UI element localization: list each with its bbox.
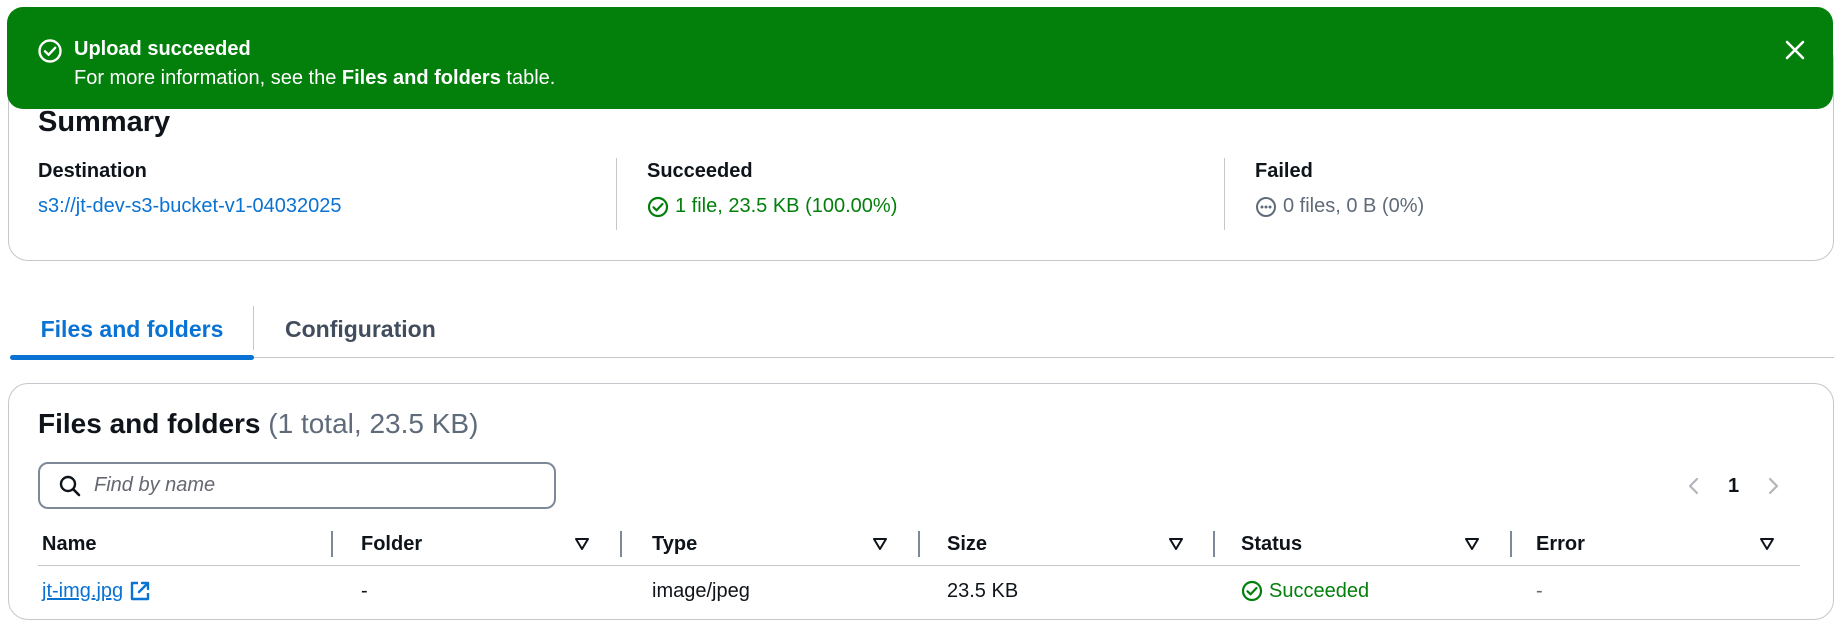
search-icon bbox=[59, 475, 81, 496]
summary-failed: Failed 0 files, 0 B (0%) bbox=[1255, 160, 1424, 218]
close-icon bbox=[1785, 40, 1805, 60]
tab-configuration[interactable]: Configuration bbox=[285, 300, 436, 358]
tab-divider bbox=[253, 306, 254, 350]
sort-icon[interactable] bbox=[573, 535, 591, 553]
succeeded-value: 1 file, 23.5 KB (100.00%) bbox=[675, 195, 898, 217]
destination-label: Destination bbox=[38, 160, 147, 182]
file-name-link[interactable]: jt-img.jpg bbox=[42, 580, 123, 603]
column-header-folder[interactable]: Folder bbox=[361, 524, 591, 564]
flash-message-suffix: table. bbox=[500, 67, 556, 89]
column-header-type[interactable]: Type bbox=[652, 524, 889, 564]
tab-files-and-folders[interactable]: Files and folders bbox=[10, 300, 254, 360]
table-header-row: Name Folder Type Size Status Error bbox=[38, 524, 1800, 566]
chevron-left-icon bbox=[1688, 477, 1699, 495]
cell-status: Succeeded bbox=[1241, 568, 1369, 614]
flash-message-bold: Files and folders bbox=[341, 67, 501, 89]
flash-message-text: For more information, see the bbox=[74, 67, 342, 89]
status-text: Succeeded bbox=[1269, 579, 1370, 602]
column-resizer[interactable] bbox=[331, 531, 333, 557]
column-header-label: Folder bbox=[361, 532, 423, 555]
upload-status-page: Summary Destination s3://jt-dev-s3-bucke… bbox=[0, 0, 1842, 634]
cell-type: image/jpeg bbox=[652, 579, 750, 602]
summary-title: Summary bbox=[38, 106, 171, 138]
check-circle-icon bbox=[38, 39, 62, 63]
sort-icon[interactable] bbox=[871, 535, 889, 553]
cell-folder: - bbox=[361, 579, 368, 602]
destination-link[interactable]: s3://jt-dev-s3-bucket-v1-04032025 bbox=[38, 195, 342, 218]
column-header-label: Size bbox=[947, 532, 988, 555]
column-header-status[interactable]: Status bbox=[1241, 524, 1481, 564]
dismiss-flash-button[interactable] bbox=[1779, 34, 1811, 66]
ellipsis-circle-icon bbox=[1256, 196, 1276, 217]
column-resizer[interactable] bbox=[1510, 531, 1512, 557]
summary-destination: Destination s3://jt-dev-s3-bucket-v1-040… bbox=[38, 160, 342, 218]
column-resizer[interactable] bbox=[1213, 531, 1215, 557]
files-table-title: Files and folders bbox=[38, 408, 261, 439]
column-header-label: Status bbox=[1241, 532, 1303, 555]
search-input[interactable] bbox=[94, 474, 534, 497]
next-page-button[interactable] bbox=[1759, 472, 1787, 500]
summary-divider bbox=[616, 158, 617, 230]
summary-succeeded: Succeeded 1 file, 23.5 KB (100.00%) bbox=[647, 160, 897, 218]
column-header-label: Type bbox=[652, 532, 698, 555]
sort-icon[interactable] bbox=[1758, 535, 1776, 553]
success-flash-banner: Upload succeeded For more information, s… bbox=[7, 7, 1833, 109]
search-field[interactable] bbox=[38, 462, 556, 509]
column-header-name[interactable]: Name bbox=[42, 524, 282, 564]
check-circle-icon bbox=[647, 196, 669, 217]
sort-icon[interactable] bbox=[1167, 535, 1185, 553]
pagination: 1 bbox=[1680, 468, 1787, 504]
column-header-label: Name bbox=[42, 532, 97, 555]
failed-label: Failed bbox=[1255, 160, 1313, 182]
check-circle-icon bbox=[1241, 580, 1263, 602]
cell-size: 23.5 KB bbox=[947, 579, 1019, 602]
table-row: jt-img.jpg - image/jpeg 23.5 KB Succeede… bbox=[38, 568, 1800, 614]
chevron-right-icon bbox=[1769, 477, 1779, 495]
summary-divider bbox=[1224, 158, 1225, 230]
column-resizer[interactable] bbox=[620, 531, 622, 557]
flash-title: Upload succeeded bbox=[74, 38, 251, 60]
current-page-number[interactable]: 1 bbox=[1728, 475, 1739, 498]
cell-error: - bbox=[1536, 579, 1543, 602]
succeeded-label: Succeeded bbox=[647, 160, 753, 182]
column-header-error[interactable]: Error bbox=[1536, 524, 1776, 564]
external-link-icon[interactable] bbox=[129, 580, 151, 602]
failed-value: 0 files, 0 B (0%) bbox=[1283, 195, 1425, 217]
column-header-label: Error bbox=[1536, 532, 1585, 555]
sort-icon[interactable] bbox=[1463, 535, 1481, 553]
tab-bar: Files and folders Configuration bbox=[10, 300, 1834, 360]
files-table-counter: (1 total, 23.5 KB) bbox=[268, 408, 479, 439]
flash-message: For more information, see the Files and … bbox=[74, 67, 555, 90]
files-table-header: Files and folders (1 total, 23.5 KB) bbox=[38, 408, 478, 440]
cell-name: jt-img.jpg bbox=[42, 568, 151, 614]
column-header-size[interactable]: Size bbox=[947, 524, 1185, 564]
column-resizer[interactable] bbox=[918, 531, 920, 557]
previous-page-button[interactable] bbox=[1680, 472, 1708, 500]
